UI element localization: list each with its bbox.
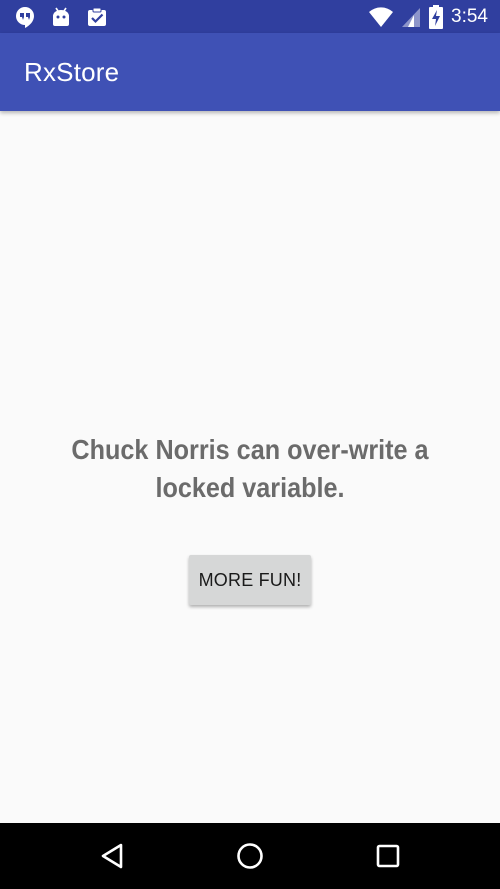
battery-charging-icon (429, 5, 444, 29)
clipboard-check-icon (86, 6, 108, 28)
android-icon (50, 6, 72, 28)
cell-signal-icon (401, 6, 421, 28)
back-icon (99, 842, 125, 870)
more-fun-button[interactable]: MORE FUN! (189, 555, 311, 605)
recents-button[interactable] (348, 823, 428, 889)
navigation-bar (0, 823, 500, 889)
recents-icon (375, 843, 401, 869)
joke-text: Chuck Norris can over-write a locked var… (71, 434, 429, 503)
status-bar: 3:54 (0, 0, 500, 33)
app-title: RxStore (24, 57, 120, 87)
system-status-icons: 3:54 (369, 4, 488, 30)
wifi-icon (369, 6, 394, 28)
home-button[interactable] (210, 823, 290, 889)
status-time: 3:54 (451, 6, 488, 27)
app-bar: RxStore (0, 33, 500, 111)
home-icon (235, 841, 265, 871)
hangouts-icon (14, 6, 36, 28)
app-screen: 3:54 RxStore Chuck Norris can over-write… (0, 0, 500, 889)
notification-icons (14, 6, 108, 28)
back-button[interactable] (72, 823, 152, 889)
main-content: Chuck Norris can over-write a locked var… (0, 111, 500, 823)
